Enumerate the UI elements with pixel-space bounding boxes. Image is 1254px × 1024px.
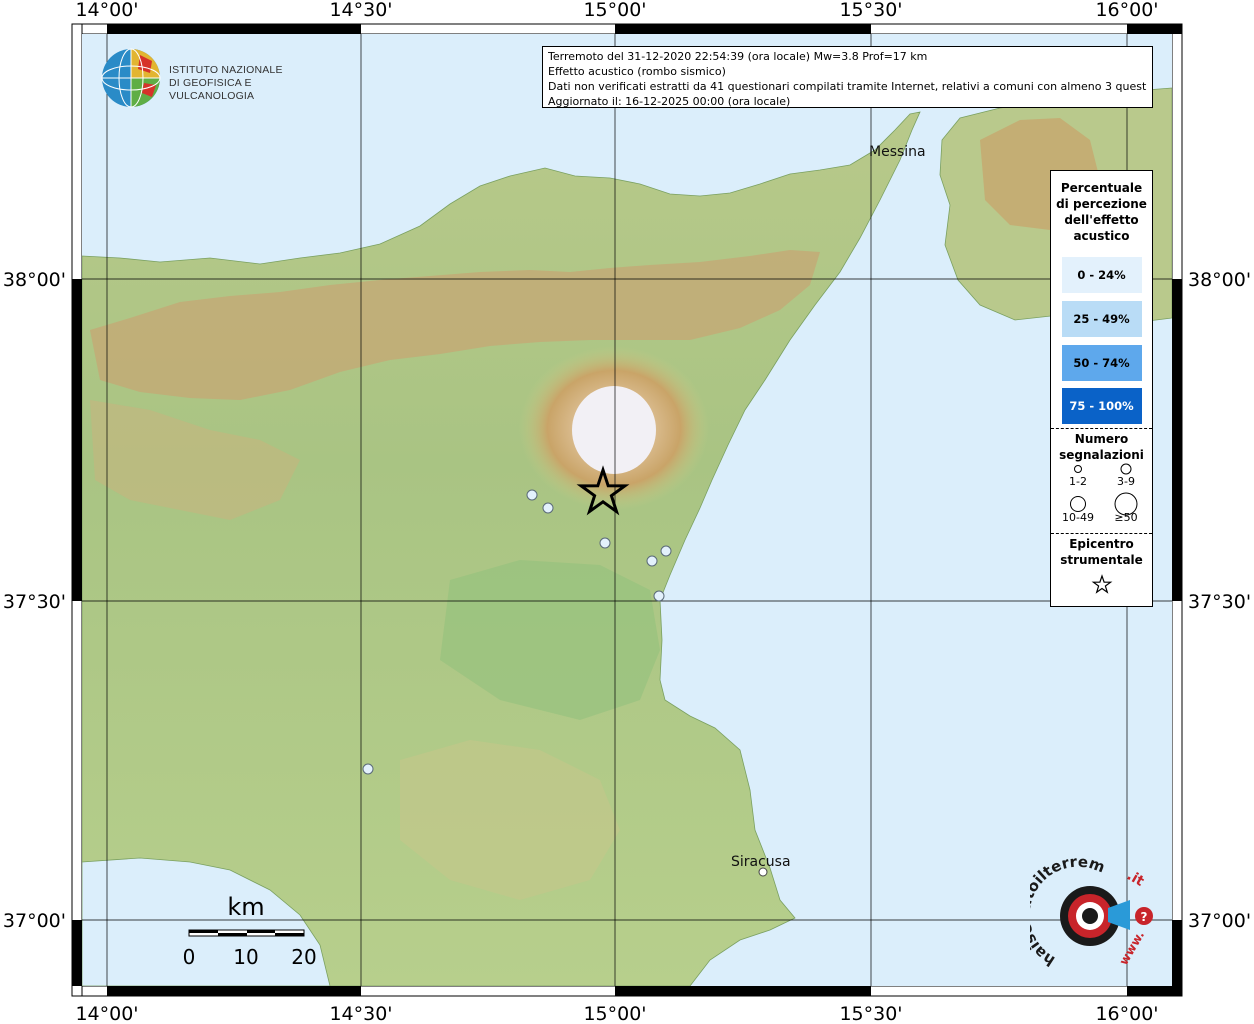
axis-label-top: 15°30' — [839, 0, 902, 21]
legend-class-0-24: 0 - 24% — [1061, 257, 1142, 293]
event-title: Terremoto del 31-12-2020 22:54:39 (ora l… — [548, 50, 928, 63]
obs-point — [653, 590, 665, 602]
axis-labels-left: 38°00' 37°30' 37°00' — [3, 269, 66, 932]
axis-label-right: 37°30' — [1188, 591, 1251, 613]
legend-title-line: dell'effetto — [1064, 213, 1139, 227]
legend-title-line: di percezione — [1056, 197, 1147, 211]
legend-title-line: Epicentro — [1069, 537, 1134, 551]
legend-title-line: Percentuale — [1060, 181, 1143, 195]
event-updated: Aggiornato il: 16-12-2025 00:00 (ora loc… — [548, 95, 791, 108]
legend-title-line: acustico — [1073, 229, 1130, 243]
count-label: 10-49 — [1062, 511, 1094, 524]
count-label: 1-2 — [1069, 475, 1087, 488]
scale-unit-label: km — [227, 893, 264, 921]
axis-label-left: 38°00' — [3, 269, 66, 291]
axis-labels-top: 14°00' 14°30' 15°00' 15°30' 16°00' — [75, 0, 1158, 21]
count-50-plus: ≥50 — [1101, 491, 1151, 524]
epicenter-legend-star-icon — [1091, 574, 1112, 594]
obs-point — [542, 502, 554, 514]
city-label-siracusa: Siracusa — [731, 854, 791, 870]
legend-panel: Percentuale di percezione dell'effetto a… — [1050, 170, 1153, 607]
obs-point — [599, 537, 611, 549]
scale-tick-label: 10 — [233, 945, 258, 969]
legend-count-grid: 1-2 3-9 10-49 ≥50 — [1051, 463, 1152, 533]
obs-point — [646, 555, 658, 567]
obs-point — [526, 489, 538, 501]
logo-line: DI GEOFISICA E VULCANOLOGIA — [169, 77, 255, 102]
legend-title-count: Numero segnalazioni — [1051, 431, 1152, 463]
city-label-messina: Messina — [869, 144, 926, 160]
ingv-globe-icon — [101, 48, 161, 108]
haisentito-logo-www: www. — [1116, 928, 1147, 967]
legend-title-line: Numero — [1074, 432, 1129, 446]
axis-label-right: 38°00' — [1188, 269, 1251, 291]
ingv-logo-text: ISTITUTO NAZIONALE DI GEOFISICA E VULCAN… — [169, 64, 320, 103]
count-label: 3-9 — [1117, 475, 1135, 488]
obs-point — [660, 545, 672, 557]
legend-divider — [1051, 428, 1152, 429]
haisentito-logo-it: .it — [1124, 868, 1147, 890]
axis-label-top: 15°00' — [583, 0, 646, 21]
axis-labels-bottom: 14°00' 14°30' 15°00' 15°30' 16°00' — [75, 1003, 1158, 1024]
legend-title-line: strumentale — [1060, 553, 1143, 567]
legend-title-percentage: Percentuale di percezione dell'effetto a… — [1051, 180, 1152, 244]
axis-label-top: 14°00' — [75, 0, 138, 21]
medium-circle-icon — [1120, 463, 1132, 475]
event-info-box: Terremoto del 31-12-2020 22:54:39 (ora l… — [542, 46, 1153, 108]
axis-label-bottom: 14°30' — [329, 1003, 392, 1024]
scale-tick-label: 0 — [183, 945, 196, 969]
count-3-9: 3-9 — [1101, 463, 1151, 488]
axis-label-top: 14°30' — [329, 0, 392, 21]
axis-label-left: 37°00' — [3, 910, 66, 932]
haisentito-logo: ? haisentitoilterremoto .it www. — [1016, 844, 1160, 988]
axis-label-top: 16°00' — [1095, 0, 1158, 21]
logo-line: ISTITUTO NAZIONALE — [169, 64, 283, 76]
axis-label-bottom: 14°00' — [75, 1003, 138, 1024]
axis-label-bottom: 16°00' — [1095, 1003, 1158, 1024]
count-label: ≥50 — [1114, 511, 1138, 524]
axis-label-right: 37°00' — [1188, 910, 1251, 932]
count-1-2: 1-2 — [1053, 463, 1103, 488]
ingv-logo: ISTITUTO NAZIONALE DI GEOFISICA E VULCAN… — [100, 47, 320, 111]
event-effect: Effetto acustico (rombo sismico) — [548, 65, 726, 78]
svg-text:?: ? — [1141, 910, 1148, 924]
legend-class-25-49: 25 - 49% — [1061, 301, 1142, 337]
legend-title-epicenter: Epicentro strumentale — [1051, 536, 1152, 568]
legend-class-50-74: 50 - 74% — [1061, 345, 1142, 381]
legend-class-75-100: 75 - 100% — [1061, 388, 1142, 424]
small-circle-icon — [1074, 465, 1082, 473]
scale-bar-graphic: km 0 10 20 — [183, 893, 317, 969]
axis-labels-right: 38°00' 37°30' 37°00' — [1188, 269, 1251, 932]
legend-divider — [1051, 533, 1152, 534]
legend-title-line: segnalazioni — [1059, 448, 1144, 462]
event-data-note: Dati non verificati estratti da 41 quest… — [548, 80, 1147, 93]
haisentito-logo-graphic: ? haisentitoilterremoto .it www. — [1016, 844, 1153, 970]
axis-label-bottom: 15°30' — [839, 1003, 902, 1024]
obs-point — [362, 763, 374, 775]
axis-label-bottom: 15°00' — [583, 1003, 646, 1024]
scale-tick-label: 20 — [291, 945, 316, 969]
count-10-49: 10-49 — [1053, 495, 1103, 524]
axis-label-left: 37°30' — [3, 591, 66, 613]
scale-bar: km 0 10 20 — [178, 890, 328, 970]
